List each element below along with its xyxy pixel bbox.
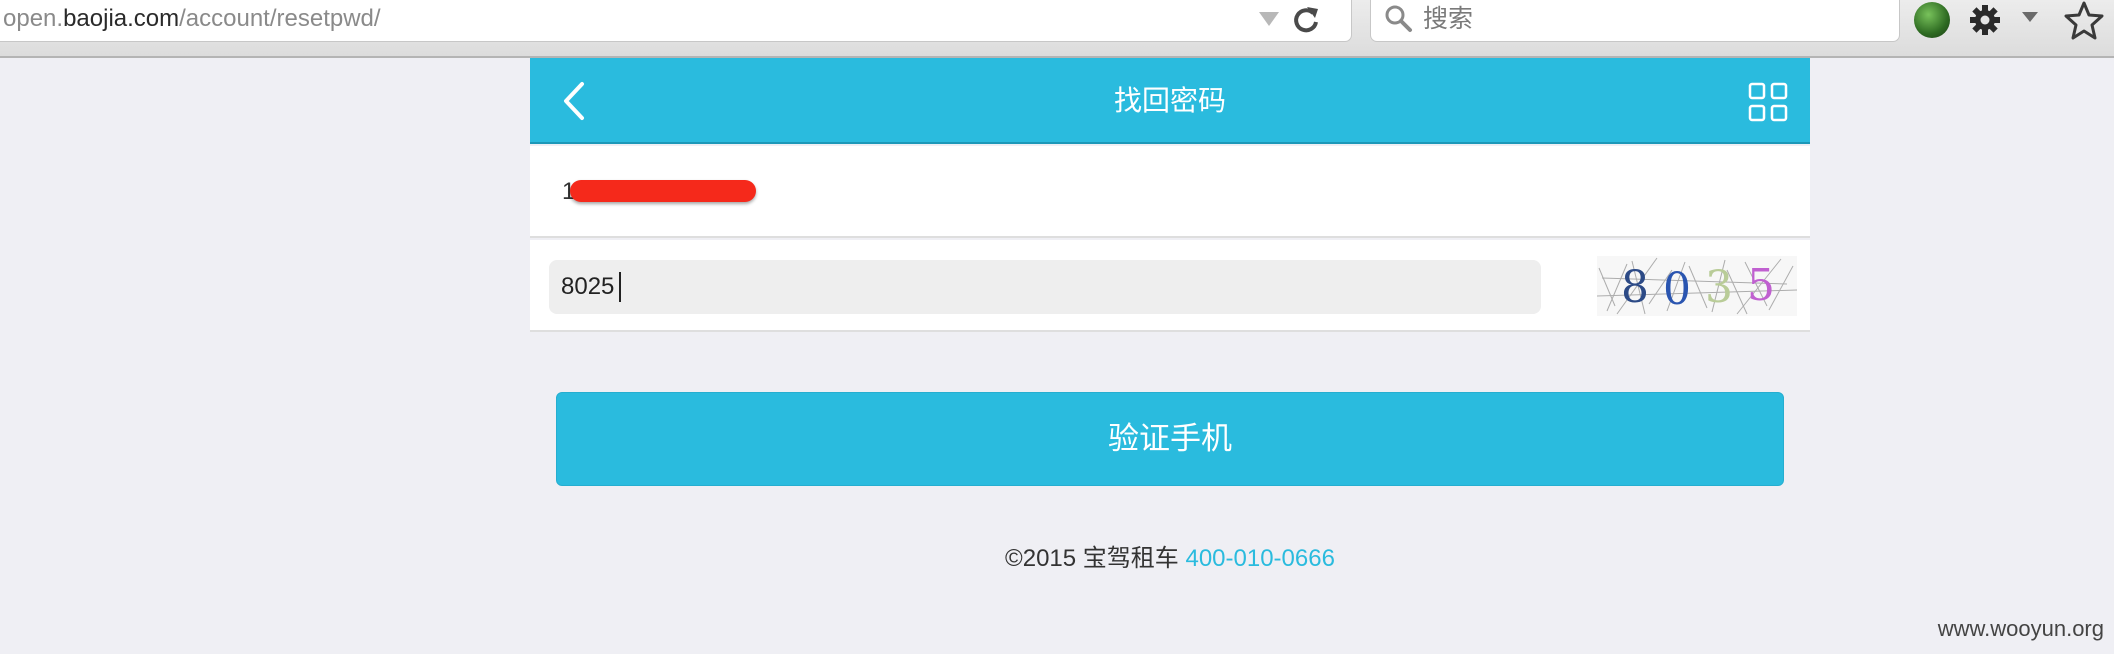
- gear-icon[interactable]: [1968, 2, 2002, 38]
- reset-password-page: 找回密码 1 8025 8 0 3 5 验证手机 ©2015 宝驾租车 400-…: [530, 58, 1810, 654]
- hotline-link[interactable]: 400-010-0666: [1185, 545, 1334, 572]
- browser-toolbar: open.baojia.com/account/resetpwd/ 搜索: [0, 0, 2114, 58]
- menu-grid-icon[interactable]: [1748, 82, 1788, 122]
- extension-icon[interactable]: [1914, 2, 1950, 38]
- url-dropdown-icon[interactable]: [1259, 12, 1279, 26]
- settings-dropdown-icon[interactable]: [2022, 12, 2038, 22]
- search-placeholder: 搜索: [1423, 5, 1474, 33]
- reload-icon[interactable]: [1291, 4, 1321, 36]
- copyright-text: ©2015 宝驾租车: [1005, 545, 1186, 572]
- captcha-row: 8025 8 0 3 5: [530, 240, 1810, 332]
- url-text: open.baojia.com/account/resetpwd/: [3, 4, 381, 34]
- url-domain: baojia.com: [63, 5, 180, 32]
- phone-field[interactable]: 1: [530, 146, 1810, 238]
- app-header: 找回密码: [530, 58, 1810, 144]
- star-icon[interactable]: [2064, 0, 2104, 40]
- page-title: 找回密码: [1113, 85, 1226, 116]
- captcha-char: 0: [1663, 264, 1691, 315]
- captcha-image[interactable]: 8 0 3 5: [1597, 256, 1797, 316]
- footer: ©2015 宝驾租车 400-010-0666: [530, 544, 1810, 574]
- address-bar[interactable]: open.baojia.com/account/resetpwd/: [0, 0, 1352, 42]
- verify-phone-button[interactable]: 验证手机: [556, 392, 1784, 486]
- browser-search-field[interactable]: 搜索: [1370, 0, 1900, 42]
- text-caret: [619, 272, 621, 302]
- url-path: /account/resetpwd/: [179, 5, 381, 32]
- captcha-char: 3: [1705, 262, 1733, 313]
- search-icon: [1385, 5, 1412, 32]
- captcha-char: 5: [1747, 260, 1775, 311]
- captcha-char: 8: [1621, 262, 1649, 313]
- redaction-mark: [570, 180, 756, 202]
- captcha-input-value: 8025: [561, 273, 615, 300]
- captcha-input[interactable]: 8025: [549, 260, 1541, 314]
- watermark: www.wooyun.org: [1937, 616, 2104, 641]
- url-host: open.: [3, 5, 64, 32]
